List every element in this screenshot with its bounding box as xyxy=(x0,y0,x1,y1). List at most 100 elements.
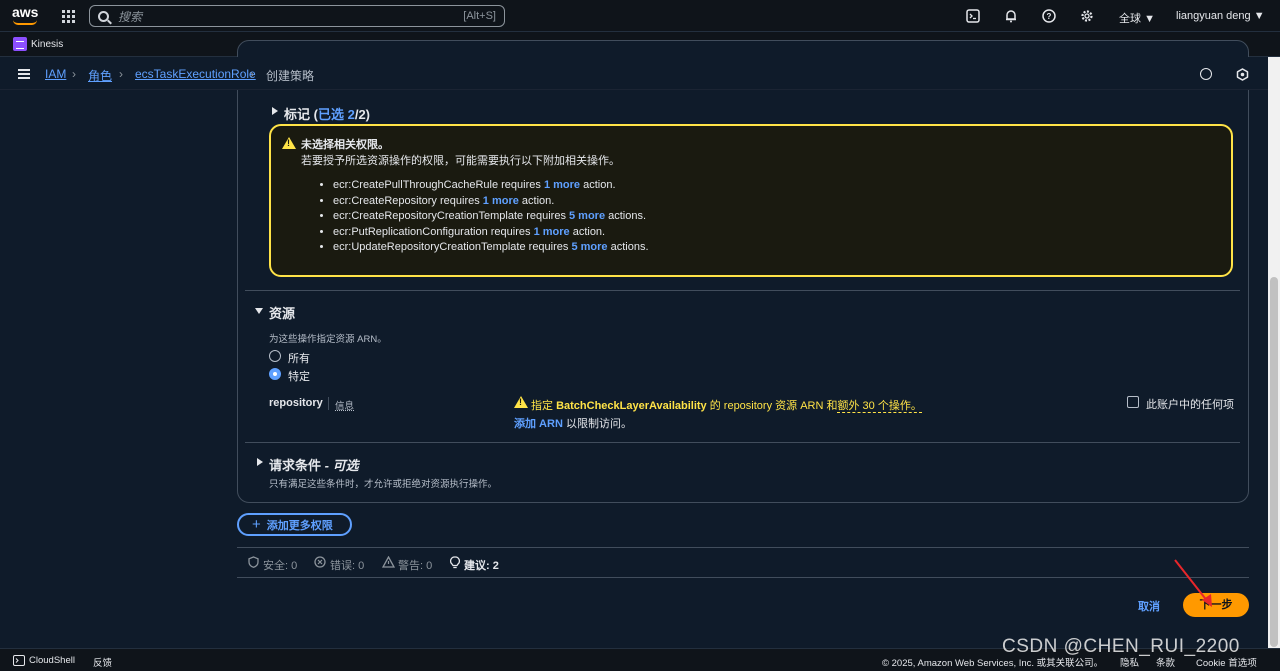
expand-caret-icon[interactable] xyxy=(272,107,278,115)
services-grid-icon[interactable] xyxy=(62,10,75,23)
aws-logo-text: aws xyxy=(12,4,39,20)
cloudshell-link[interactable]: CloudShell xyxy=(29,655,75,666)
any-in-account-checkbox[interactable] xyxy=(1127,396,1139,408)
item-tail: actions. xyxy=(607,241,649,253)
feedback-link[interactable]: 反馈 xyxy=(93,655,112,669)
shield-icon xyxy=(248,556,259,568)
watermark: CSDN @CHEN_RUI_2200 xyxy=(1002,636,1240,657)
cloudshell-icon[interactable] xyxy=(966,9,980,23)
arn-warning-prefix: 指定 xyxy=(531,400,557,412)
suggestion-count[interactable]: 建议: 2 xyxy=(464,557,499,573)
radio-specific-label[interactable]: 特定 xyxy=(288,368,310,384)
breadcrumb: IAM › 角色 › ecsTaskExecutionRole › 创建策略 xyxy=(0,57,1268,90)
conditions-section-toggle[interactable]: 请求条件 - 可选 xyxy=(269,455,359,474)
help-icon[interactable]: ? xyxy=(1042,9,1056,23)
item-text: ecr:CreateRepository requires xyxy=(333,194,483,207)
info-circle-icon[interactable] xyxy=(1200,68,1212,80)
lightbulb-icon xyxy=(450,556,460,569)
breadcrumb-iam[interactable]: IAM xyxy=(45,67,66,81)
separator xyxy=(328,397,329,410)
list-item: ecr:CreateRepositoryCreationTemplate req… xyxy=(333,209,649,225)
security-count[interactable]: 安全: 0 xyxy=(263,557,297,573)
info-link[interactable]: 信息 xyxy=(335,398,354,412)
chevron-right-icon: › xyxy=(72,67,76,81)
item-text: ecr:PutReplicationConfiguration requires xyxy=(333,225,534,238)
more-link[interactable]: 5 more xyxy=(571,241,607,253)
resources-section-title[interactable]: 资源 xyxy=(269,303,295,322)
more-link[interactable]: 1 more xyxy=(534,226,570,238)
collapse-caret-icon[interactable] xyxy=(255,308,263,314)
tags-section-toggle[interactable]: 标记 (已选 2/2) xyxy=(284,104,370,123)
breadcrumb-current: 创建策略 xyxy=(266,69,315,83)
add-arn-row: 添加 ARN 以限制访问。 xyxy=(514,415,632,431)
aws-logo[interactable]: aws xyxy=(12,4,40,26)
arn-warning-mid: 的 repository 资源 ARN 和 xyxy=(706,400,838,412)
add-more-permissions-button[interactable]: + 添加更多权限 xyxy=(237,513,352,536)
alert-description: 若要授予所选资源操作的权限，可能需要执行以下附加相关操作。 xyxy=(301,155,620,167)
breadcrumb-role-name[interactable]: ecsTaskExecutionRole xyxy=(135,67,256,81)
list-item: ecr:UpdateRepositoryCreationTemplate req… xyxy=(333,240,649,256)
feedback-hexagon-icon[interactable] xyxy=(1236,68,1249,81)
breadcrumb-roles[interactable]: 角色 xyxy=(88,67,112,84)
warning-icon xyxy=(514,396,528,408)
expand-caret-icon[interactable] xyxy=(257,458,263,466)
search-placeholder: 搜索 xyxy=(118,9,143,24)
extra-actions-link[interactable]: 额外 30 个操作。 xyxy=(837,400,922,413)
scrollbar-thumb[interactable] xyxy=(1270,277,1278,647)
search-icon xyxy=(98,10,109,22)
annotation-arrow-icon xyxy=(1174,559,1212,607)
plus-icon: + xyxy=(252,516,261,533)
error-count[interactable]: 错误: 0 xyxy=(330,557,364,573)
warning-triangle-icon xyxy=(382,556,395,568)
required-actions-list: ecr:CreatePullThroughCacheRule requires … xyxy=(333,178,649,256)
conditions-title: 请求条件 xyxy=(269,458,322,473)
user-name: liangyuan deng xyxy=(1176,10,1251,22)
conditions-description: 只有满足这些条件时，才允许或拒绝对资源执行操作。 xyxy=(269,479,498,490)
tags-label: 标记 xyxy=(284,107,311,122)
account-menu[interactable]: liangyuan deng ▼ xyxy=(1176,10,1265,22)
kinesis-shortcut[interactable]: Kinesis xyxy=(31,39,63,50)
arn-warning-text: 指定 BatchCheckLayerAvailability 的 reposit… xyxy=(531,397,922,413)
arn-warning-action: BatchCheckLayerAvailability xyxy=(556,400,707,412)
item-tail: action. xyxy=(518,194,555,207)
error-x-icon xyxy=(314,556,326,568)
add-arn-link[interactable]: 添加 ARN xyxy=(514,418,563,430)
divider xyxy=(245,442,1240,443)
chevron-down-icon: ▼ xyxy=(1144,13,1155,25)
warning-count[interactable]: 警告: 0 xyxy=(398,557,432,573)
menu-hamburger-icon[interactable] xyxy=(18,69,30,79)
region-selector[interactable]: 全球 ▼ xyxy=(1119,10,1155,26)
kinesis-icon[interactable] xyxy=(13,37,27,51)
radio-specific-resources[interactable] xyxy=(269,368,281,380)
chevron-right-icon: › xyxy=(250,67,254,81)
item-tail: actions. xyxy=(605,210,647,222)
top-navigation: aws 搜索 [Alt+S] ? 全球 ▼ liangyuan deng ▼ xyxy=(0,0,1280,32)
item-tail: action. xyxy=(569,225,606,238)
chevron-right-icon: › xyxy=(119,67,123,81)
radio-all-label[interactable]: 所有 xyxy=(288,350,310,366)
more-link[interactable]: 1 more xyxy=(544,179,580,191)
more-link[interactable]: 1 more xyxy=(483,195,519,207)
tags-total: /2) xyxy=(354,107,370,122)
notifications-bell-icon[interactable] xyxy=(1004,9,1018,23)
item-tail: action. xyxy=(580,179,616,191)
region-label: 全球 xyxy=(1119,13,1141,25)
item-text: ecr:CreateRepositoryCreationTemplate req… xyxy=(333,210,569,222)
item-text: ecr:UpdateRepositoryCreationTemplate req… xyxy=(333,241,572,253)
any-in-account-label[interactable]: 此账户中的任何项 xyxy=(1146,396,1234,412)
radio-all-resources[interactable] xyxy=(269,350,281,362)
list-item: ecr:CreatePullThroughCacheRule requires … xyxy=(333,178,649,194)
svg-text:?: ? xyxy=(1047,12,1052,21)
conditions-optional: - 可选 xyxy=(321,458,359,473)
search-input[interactable]: 搜索 [Alt+S] xyxy=(89,5,505,27)
cancel-button[interactable]: 取消 xyxy=(1138,598,1160,614)
settings-gear-icon[interactable] xyxy=(1080,9,1094,23)
search-shortcut: [Alt+S] xyxy=(463,10,496,22)
add-more-label: 添加更多权限 xyxy=(266,519,333,532)
repository-label: repository xyxy=(269,397,323,409)
more-link[interactable]: 5 more xyxy=(569,210,605,222)
resources-description: 为这些操作指定资源 ARN。 xyxy=(269,334,387,345)
divider xyxy=(245,290,1240,291)
add-arn-tail: 以限制访问。 xyxy=(562,418,632,430)
warning-icon xyxy=(282,137,296,149)
